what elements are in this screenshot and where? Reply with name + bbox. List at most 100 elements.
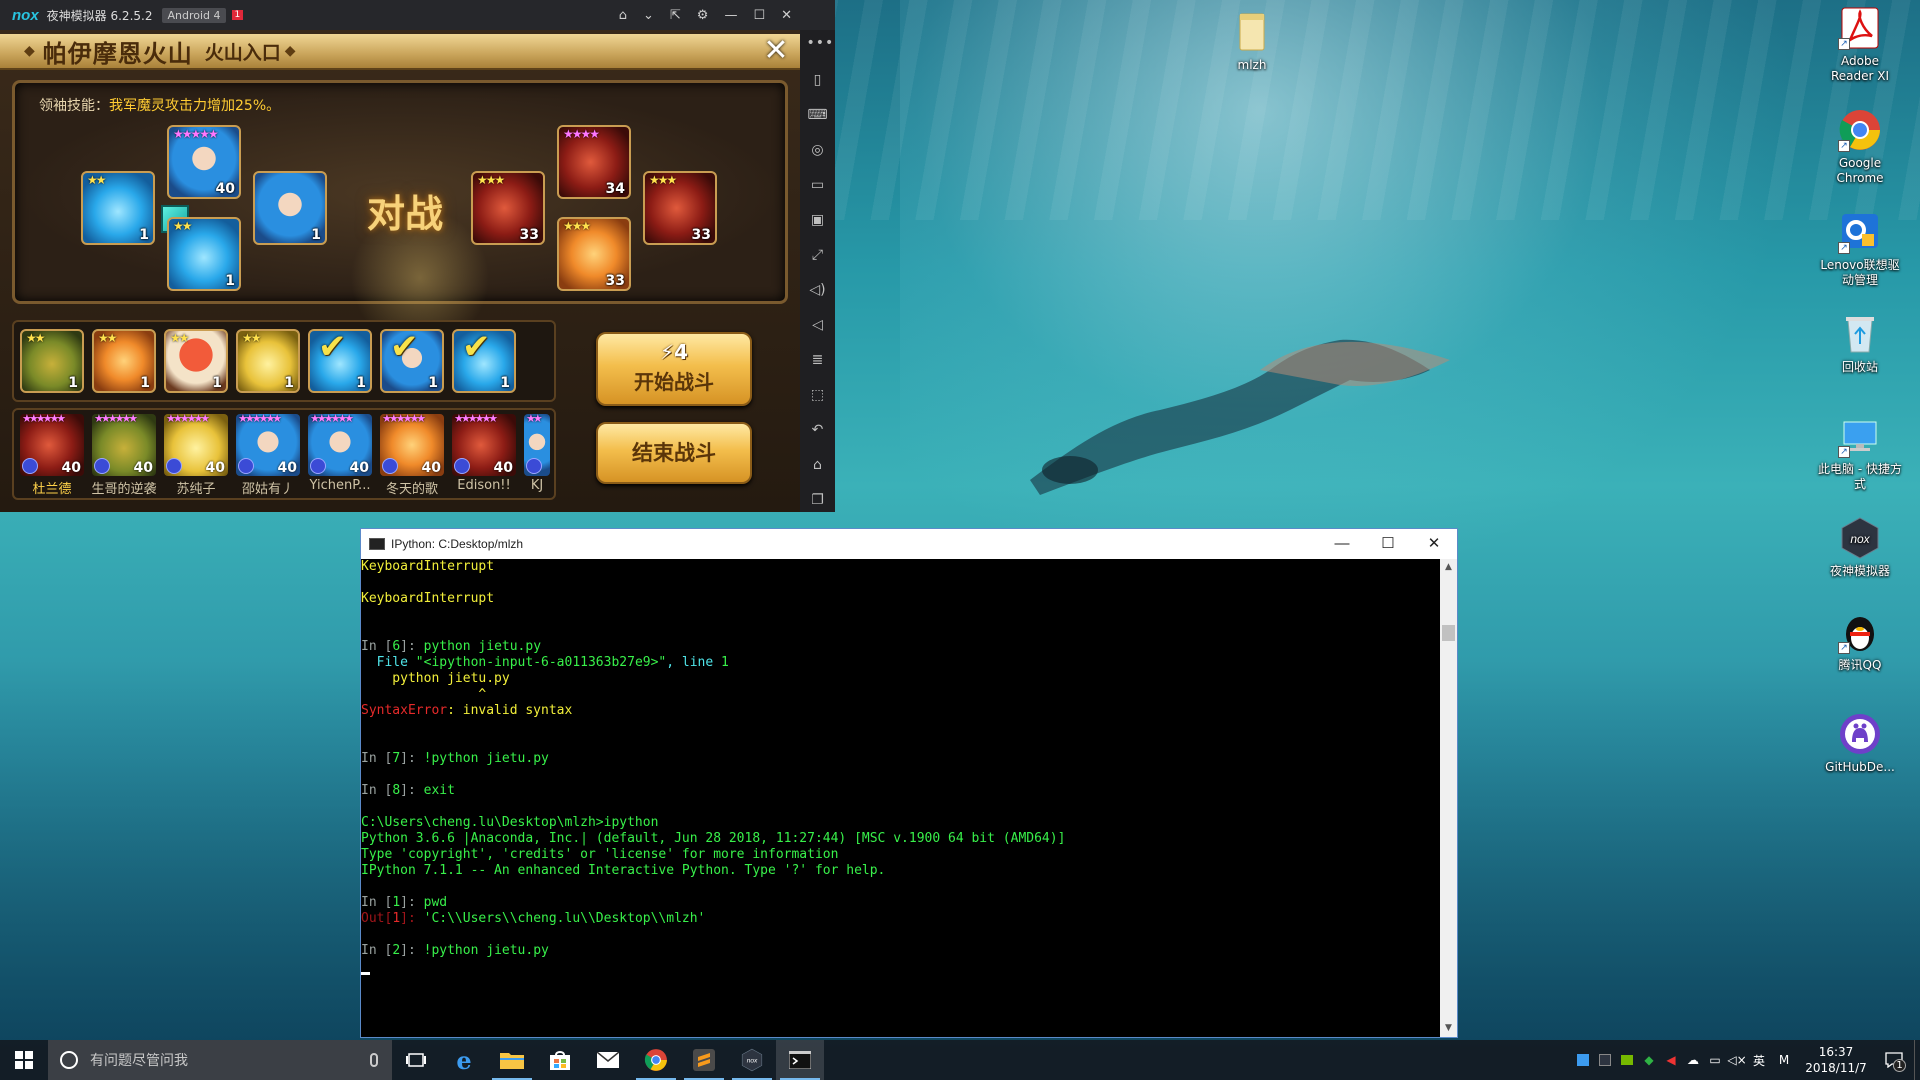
home-icon[interactable]: ⌂ — [619, 8, 627, 23]
microphone-icon[interactable] — [370, 1053, 378, 1067]
start-battle-button[interactable]: ⚡4 开始战斗 — [596, 332, 752, 406]
gear-icon[interactable]: ⚙ — [697, 8, 709, 23]
close-icon[interactable]: ✕ — [781, 8, 792, 23]
adobe-reader-icon: ↗ — [1838, 6, 1882, 50]
volume-down-icon[interactable]: ◁ — [807, 314, 829, 336]
friend-monster[interactable]: ★★★★★★ 40 邵姑有丿 — [236, 414, 300, 500]
chevron-down-icon[interactable]: ⌄ — [643, 8, 654, 23]
onedrive-icon[interactable]: ☁ — [1682, 1040, 1704, 1080]
nox-title-bar[interactable]: nox 夜神模拟器 6.2.5.2 Android 4 1 ⌂ ⌄ ⇱ ⚙ — … — [0, 0, 800, 30]
console-title-bar[interactable]: IPython: C:Desktop/mlzh — ☐ ✕ — [361, 529, 1457, 559]
chrome-icon[interactable] — [632, 1040, 680, 1080]
screen-icon[interactable]: ▭ — [807, 174, 829, 196]
scroll-down-icon[interactable]: ▼ — [1440, 1020, 1457, 1037]
show-desktop-button[interactable] — [1914, 1040, 1920, 1080]
desktop-icon-chrome[interactable]: ↗ Google Chrome — [1818, 108, 1902, 186]
enemy-monster[interactable]: ★★★ 33 — [471, 171, 545, 245]
console-line: In [2]: !python jietu.py — [361, 943, 1440, 959]
maximize-button[interactable]: ☐ — [1365, 529, 1411, 559]
sublime-icon[interactable] — [680, 1040, 728, 1080]
location-icon[interactable]: ◎ — [807, 139, 829, 161]
my-monster[interactable]: ★★ 1 — [81, 171, 155, 245]
tray-app-icon[interactable] — [1572, 1040, 1594, 1080]
my-monster[interactable]: 1 — [253, 171, 327, 245]
network-icon[interactable]: ▭ — [1704, 1040, 1726, 1080]
desktop-icon-github-desktop[interactable]: GitHubDe... — [1818, 712, 1902, 775]
scroll-up-icon[interactable]: ▲ — [1440, 559, 1457, 576]
toolbox-icon[interactable]: ≣ — [807, 349, 829, 371]
friend-monster[interactable]: ★★★★★★ 40 Edison!! — [452, 414, 516, 500]
apk-icon[interactable]: ▣ — [807, 209, 829, 231]
desktop-icon-mlzh[interactable]: mlzh — [1210, 10, 1294, 73]
alert-badge[interactable]: 1 — [231, 10, 244, 20]
desktop-icon-nox[interactable]: nox 夜神模拟器 — [1818, 516, 1902, 579]
desktop-icon-lenovo-driver[interactable]: ↗ Lenovo联想驱动管理 — [1818, 210, 1902, 288]
security-icon[interactable]: ◆ — [1638, 1040, 1660, 1080]
file-explorer-icon[interactable] — [488, 1040, 536, 1080]
roster-monster-selected[interactable]: 1 ✔ — [380, 329, 444, 393]
roster-monster[interactable]: ★★ 1 — [164, 329, 228, 393]
end-battle-button[interactable]: 结束战斗 — [596, 422, 752, 484]
fullscreen-icon[interactable]: ⤢ — [807, 244, 829, 266]
recent-apps-icon[interactable]: ❐ — [807, 489, 829, 511]
console-scrollbar[interactable]: ▲ ▼ — [1440, 559, 1457, 1037]
start-button[interactable] — [0, 1040, 48, 1080]
close-button[interactable]: ✕ — [1411, 529, 1457, 559]
android-home-icon[interactable]: ⌂ — [807, 454, 829, 476]
notification-center-icon[interactable]: 1 — [1874, 1040, 1914, 1080]
store-icon[interactable] — [536, 1040, 584, 1080]
friend-monster[interactable]: ★★ KJ — [524, 414, 550, 500]
tray-alert-icon[interactable]: ◀ — [1660, 1040, 1682, 1080]
desktop-icon-recycle-bin[interactable]: 回收站 — [1818, 312, 1902, 375]
desktop-icon-label: GitHubDe... — [1825, 760, 1895, 774]
desktop-icon-this-pc[interactable]: ↗ 此电脑 - 快捷方式 — [1818, 414, 1902, 492]
edge-icon[interactable]: e — [440, 1040, 488, 1080]
ime-indicator[interactable]: 英 — [1748, 1040, 1770, 1080]
task-view-icon[interactable] — [392, 1040, 440, 1080]
mail-icon[interactable] — [584, 1040, 632, 1080]
clock[interactable]: 16:37 2018/11/7 — [1798, 1044, 1874, 1076]
roster-monster-selected[interactable]: 1 ✔ — [452, 329, 516, 393]
nox-icon[interactable]: nox — [728, 1040, 776, 1080]
desktop-icon-qq[interactable]: ↗ 腾讯QQ — [1818, 610, 1902, 673]
enemy-monster[interactable]: ★★★ 33 — [557, 217, 631, 291]
keyboard-icon[interactable]: ⌨ — [807, 104, 829, 126]
rotate-icon[interactable]: ▯ — [807, 69, 829, 91]
console-output[interactable]: KeyboardInterrupt KeyboardInterrupt In [6]… — [361, 559, 1440, 1037]
friend-monster[interactable]: ★★★★★★ 40 生哥的逆袭 — [91, 414, 157, 500]
minimize-icon[interactable]: — — [724, 8, 737, 23]
enemy-monster[interactable]: ★★★★ 34 — [557, 125, 631, 199]
volume-up-icon[interactable]: ◁) — [807, 279, 829, 301]
roster-monster[interactable]: ★★ 1 — [236, 329, 300, 393]
friend-monster[interactable]: ★★★★★★ 40 苏纯子 — [164, 414, 228, 500]
scroll-thumb[interactable] — [1442, 625, 1455, 641]
volume-icon[interactable]: ◁× — [1726, 1040, 1748, 1080]
friend-monster[interactable]: ★★★★★★ 40 YichenP... — [308, 414, 372, 500]
back-icon[interactable]: ↶ — [807, 419, 829, 441]
more-icon[interactable]: ••• — [807, 30, 834, 56]
ime-mode[interactable]: M — [1770, 1040, 1798, 1080]
checkmark-icon: ✔ — [318, 329, 347, 367]
friend-name: 杜兰德 — [32, 482, 72, 497]
game-close-button[interactable]: ✕ — [762, 36, 790, 66]
screenshot-icon[interactable]: ⬚ — [807, 384, 829, 406]
friend-monster[interactable]: ★★★★★★ 40 杜兰德 — [20, 414, 84, 500]
roster-monster-selected[interactable]: 1 ✔ — [308, 329, 372, 393]
cmd-icon[interactable] — [776, 1040, 824, 1080]
taskbar-search[interactable]: 有问题尽管问我 — [48, 1040, 392, 1080]
my-monster[interactable]: ★★ 1 — [167, 217, 241, 291]
nvidia-icon[interactable] — [1616, 1040, 1638, 1080]
friend-monster[interactable]: ★★★★★★ 40 冬天的歌 — [380, 414, 444, 500]
diamond-icon: ◆ — [24, 43, 35, 59]
my-monster-leader[interactable]: ★★★★★ 40 — [167, 125, 241, 199]
enemy-monster[interactable]: ★★★ 33 — [643, 171, 717, 245]
pin-icon[interactable]: ⇱ — [670, 8, 681, 23]
desktop-icon-adobe-reader[interactable]: ↗ Adobe Reader XI — [1818, 6, 1902, 84]
roster-monster[interactable]: ★★ 1 — [20, 329, 84, 393]
console-line: In [6]: python jietu.py — [361, 639, 1440, 655]
maximize-icon[interactable]: ☐ — [753, 8, 765, 23]
minimize-button[interactable]: — — [1319, 529, 1365, 559]
tray-nox-icon[interactable] — [1594, 1040, 1616, 1080]
roster-monster[interactable]: ★★ 1 — [92, 329, 156, 393]
